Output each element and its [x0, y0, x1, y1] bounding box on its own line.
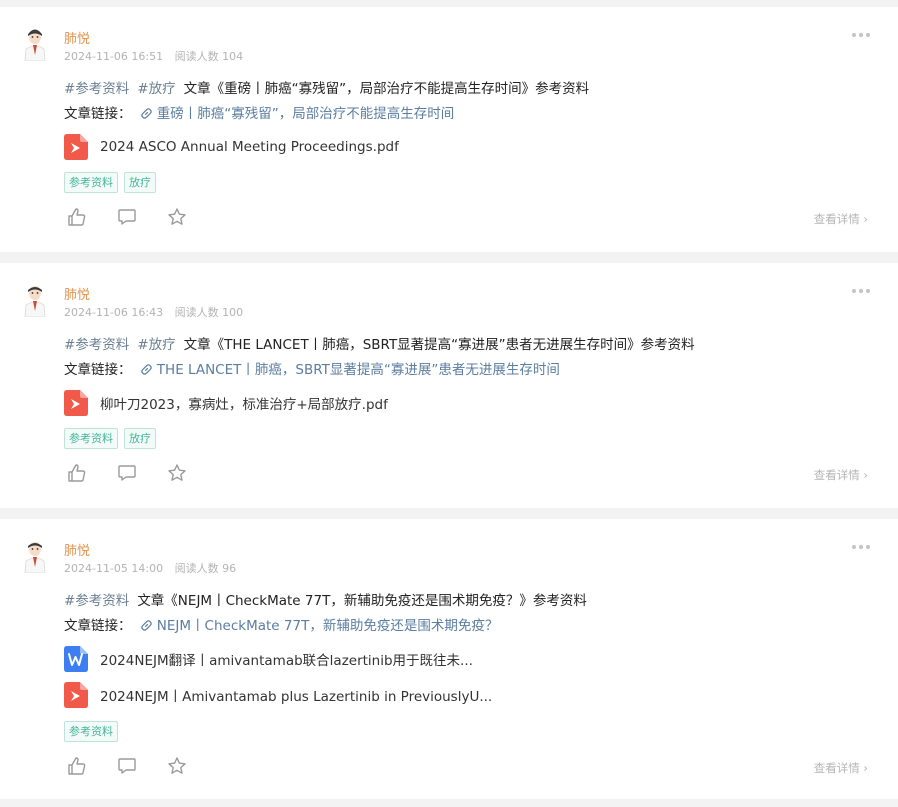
- comment-button[interactable]: [116, 206, 138, 228]
- doctor-avatar[interactable]: [22, 539, 48, 573]
- word-icon: [64, 646, 88, 672]
- favorite-button[interactable]: [166, 462, 188, 484]
- like-button[interactable]: [66, 462, 88, 484]
- link-label: 文章链接：: [64, 106, 132, 122]
- post-title: 文章《NEJM丨CheckMate 77T，新辅助免疫还是围术期免疫？》参考资料: [137, 593, 587, 609]
- post-title: 文章《THE LANCET丨肺癌，SBRT显著提高“寡进展”患者无进展生存时间》…: [183, 337, 695, 353]
- post-title-line: #参考资料 #放疗 文章《THE LANCET丨肺癌，SBRT显著提高“寡进展”患者…: [64, 333, 695, 353]
- star-icon: [168, 464, 186, 481]
- doctor-avatar[interactable]: [22, 283, 48, 317]
- post-feed: 肺悦 2024-11-06 16:51 阅读人数 104 #参考资料 #放疗 文章《…: [0, 0, 898, 807]
- link-label: 文章链接：: [64, 618, 132, 634]
- article-link-line: 文章链接： THE LANCET丨肺癌，SBRT显著提高“寡进展”患者无进展生存…: [64, 358, 560, 378]
- thumbs-up-icon: [68, 757, 86, 775]
- post-date: 2024-11-06 16:51: [64, 50, 164, 63]
- post-card: 肺悦 2024-11-06 16:51 阅读人数 104 #参考资料 #放疗 文章《…: [0, 7, 898, 252]
- read-count: 阅读人数 100: [174, 306, 244, 319]
- comment-button[interactable]: [116, 462, 138, 484]
- view-details-link[interactable]: 查看详情 ›: [814, 467, 868, 483]
- author-name[interactable]: 肺悦: [64, 284, 90, 303]
- doctor-avatar[interactable]: [22, 27, 48, 61]
- tag-list: 参考资料 放疗: [64, 428, 156, 449]
- pdf-icon: [64, 390, 88, 416]
- pdf-icon: [64, 682, 88, 708]
- tag-chip[interactable]: 放疗: [124, 172, 156, 193]
- more-options-icon[interactable]: [852, 544, 870, 550]
- post-title-line: #参考资料 #放疗 文章《重磅丨肺癌“寡残留”，局部治疗不能提高生存时间》参考资料: [64, 77, 589, 97]
- read-count: 阅读人数 96: [174, 562, 237, 575]
- link-label: 文章链接：: [64, 362, 132, 378]
- tag-chip[interactable]: 参考资料: [64, 721, 118, 742]
- article-link-text: 重磅丨肺癌“寡残留”，局部治疗不能提高生存时间: [156, 106, 455, 122]
- comment-button[interactable]: [116, 755, 138, 777]
- more-options-icon[interactable]: [852, 288, 870, 294]
- tag-chip[interactable]: 放疗: [124, 428, 156, 449]
- post-meta: 2024-11-05 14:00 阅读人数 96: [64, 560, 236, 576]
- link-icon: [141, 620, 152, 631]
- post-card: 肺悦 2024-11-06 16:43 阅读人数 100 #参考资料 #放疗 文章《…: [0, 263, 898, 508]
- hashtag-link[interactable]: #放疗: [137, 337, 175, 353]
- article-link[interactable]: THE LANCET丨肺癌，SBRT显著提高“寡进展”患者无进展生存时间: [140, 362, 560, 378]
- hashtag-link[interactable]: #参考资料: [64, 337, 129, 353]
- article-link-line: 文章链接： NEJM丨CheckMate 77T，新辅助免疫还是围术期免疫？: [64, 614, 498, 634]
- file-name: 柳叶刀2023，寡病灶，标准治疗+局部放疗.pdf: [100, 397, 388, 413]
- post-title: 文章《重磅丨肺癌“寡残留”，局部治疗不能提高生存时间》参考资料: [183, 81, 590, 97]
- file-attachment[interactable]: 柳叶刀2023，寡病灶，标准治疗+局部放疗.pdf: [64, 390, 388, 416]
- comment-icon: [118, 465, 136, 481]
- tag-list: 参考资料: [64, 721, 118, 742]
- tag-list: 参考资料 放疗: [64, 172, 156, 193]
- star-icon: [168, 757, 186, 774]
- view-details-link[interactable]: 查看详情 ›: [814, 211, 868, 227]
- article-link[interactable]: NEJM丨CheckMate 77T，新辅助免疫还是围术期免疫？: [140, 618, 499, 634]
- comment-icon: [118, 758, 136, 774]
- author-name[interactable]: 肺悦: [64, 540, 90, 559]
- star-icon: [168, 208, 186, 225]
- like-button[interactable]: [66, 755, 88, 777]
- article-link-line: 文章链接： 重磅丨肺癌“寡残留”，局部治疗不能提高生存时间: [64, 102, 454, 122]
- read-count: 阅读人数 104: [174, 50, 244, 63]
- hashtag-link[interactable]: #参考资料: [64, 81, 129, 97]
- view-details-link[interactable]: 查看详情 ›: [814, 760, 868, 776]
- post-date: 2024-11-06 16:43: [64, 306, 164, 319]
- file-name: 2024 ASCO Annual Meeting Proceedings.pdf: [100, 139, 399, 155]
- favorite-button[interactable]: [166, 206, 188, 228]
- favorite-button[interactable]: [166, 755, 188, 777]
- file-attachment[interactable]: 2024 ASCO Annual Meeting Proceedings.pdf: [64, 134, 399, 160]
- hashtag-link[interactable]: #参考资料: [64, 593, 129, 609]
- article-link[interactable]: 重磅丨肺癌“寡残留”，局部治疗不能提高生存时间: [140, 106, 455, 122]
- link-icon: [141, 108, 152, 119]
- post-card: 肺悦 2024-11-05 14:00 阅读人数 96 #参考资料 文章《NEJM…: [0, 519, 898, 799]
- post-title-line: #参考资料 文章《NEJM丨CheckMate 77T，新辅助免疫还是围术期免疫？…: [64, 589, 587, 609]
- file-attachment[interactable]: 2024NEJM丨Amivantamab plus Lazertinib in …: [64, 682, 492, 708]
- comment-icon: [118, 209, 136, 225]
- like-button[interactable]: [66, 206, 88, 228]
- thumbs-up-icon: [68, 464, 86, 482]
- action-bar: [66, 755, 216, 777]
- file-attachment[interactable]: 2024NEJM翻译丨amivantamab联合lazertinib用于既往未.…: [64, 646, 473, 672]
- article-link-text: NEJM丨CheckMate 77T，新辅助免疫还是围术期免疫？: [156, 618, 499, 634]
- post-date: 2024-11-05 14:00: [64, 562, 164, 575]
- author-name[interactable]: 肺悦: [64, 28, 90, 47]
- action-bar: [66, 206, 216, 228]
- tag-chip[interactable]: 参考资料: [64, 428, 118, 449]
- more-options-icon[interactable]: [852, 32, 870, 38]
- file-name: 2024NEJM丨Amivantamab plus Lazertinib in …: [100, 689, 493, 705]
- thumbs-up-icon: [68, 208, 86, 226]
- tag-chip[interactable]: 参考资料: [64, 172, 118, 193]
- action-bar: [66, 462, 216, 484]
- file-name: 2024NEJM翻译丨amivantamab联合lazertinib用于既往未.…: [100, 653, 473, 669]
- post-meta: 2024-11-06 16:43 阅读人数 100: [64, 304, 243, 320]
- article-link-text: THE LANCET丨肺癌，SBRT显著提高“寡进展”患者无进展生存时间: [156, 362, 560, 378]
- link-icon: [141, 364, 152, 375]
- hashtag-link[interactable]: #放疗: [137, 81, 175, 97]
- pdf-icon: [64, 134, 88, 160]
- post-meta: 2024-11-06 16:51 阅读人数 104: [64, 48, 243, 64]
